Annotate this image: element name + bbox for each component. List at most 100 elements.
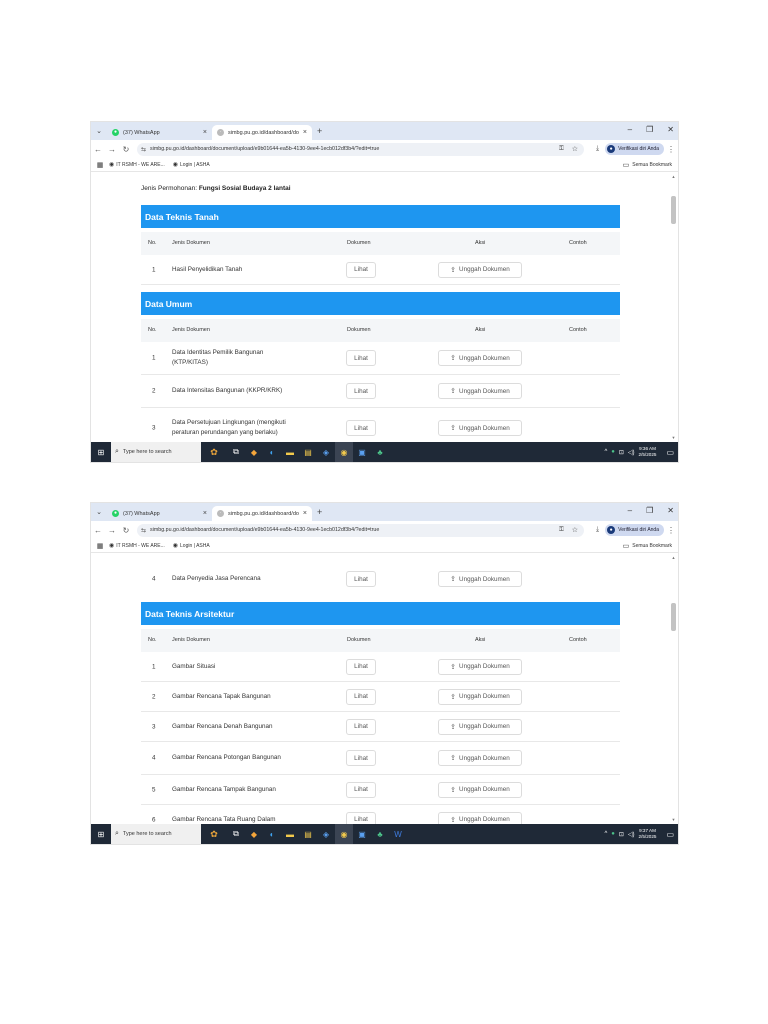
edge-icon[interactable]: ◐: [263, 824, 281, 844]
clock[interactable]: 9:37 AM 2/5/2025: [639, 828, 657, 840]
close-tab-icon[interactable]: ×: [303, 510, 307, 517]
new-tab-icon[interactable]: +: [317, 507, 322, 517]
bookmark-itrsmh[interactable]: ◉ IT RSMH - WE ARE...: [109, 542, 165, 550]
back-icon[interactable]: ←: [91, 526, 105, 535]
unggah-dokumen-button[interactable]: ⇪ Unggah Dokumen: [438, 420, 522, 436]
bookmark-asha[interactable]: ◉ Login | ASHA: [173, 542, 210, 550]
scroll-up-icon[interactable]: ▲: [671, 174, 676, 179]
chevron-up-icon[interactable]: ^: [604, 831, 607, 837]
bookmark-itrsmh[interactable]: ◉ IT RSMH - WE ARE...: [109, 161, 165, 169]
lihat-button[interactable]: Lihat: [346, 811, 376, 824]
key-icon[interactable]: ⚿: [559, 527, 564, 534]
scroll-down-icon[interactable]: ▼: [671, 435, 676, 440]
windows-start-icon[interactable]: ⊞: [91, 830, 111, 839]
reload-icon[interactable]: ↻: [119, 145, 133, 154]
menu-icon[interactable]: ⋮: [664, 145, 678, 154]
copilot-icon[interactable]: ◆: [245, 824, 263, 844]
close-tab-icon[interactable]: ×: [203, 129, 207, 136]
all-bookmarks[interactable]: ▭ Semua Bookmark: [623, 161, 672, 169]
unggah-dokumen-button[interactable]: ⇪ Unggah Dokumen: [438, 571, 522, 587]
scroll-down-icon[interactable]: ▼: [671, 817, 676, 822]
app-icon[interactable]: ♣: [371, 442, 389, 462]
app-icon[interactable]: ▣: [353, 442, 371, 462]
restore-icon[interactable]: ❐: [646, 125, 653, 134]
site-info-icon[interactable]: ⇆: [141, 527, 146, 534]
status-icon[interactable]: ●: [611, 831, 615, 837]
file-explorer-icon[interactable]: ▬: [281, 442, 299, 462]
close-window-icon[interactable]: ✕: [667, 506, 674, 515]
all-bookmarks[interactable]: ▭ Semua Bookmark: [623, 542, 672, 550]
profile-button[interactable]: ● Verifikasi diri Anda: [605, 524, 664, 536]
apps-icon[interactable]: ▦: [91, 161, 109, 169]
site-info-icon[interactable]: ⇆: [141, 146, 146, 153]
chevron-up-icon[interactable]: ^: [604, 449, 607, 455]
unggah-dokumen-button[interactable]: ⇪ Unggah Dokumen: [438, 383, 522, 399]
bookmark-asha[interactable]: ◉ Login | ASHA: [173, 161, 210, 169]
restore-icon[interactable]: ❐: [646, 506, 653, 515]
unggah-dokumen-button[interactable]: ⇪ Unggah Dokumen: [438, 658, 522, 675]
profile-button[interactable]: ● Verifikasi diri Anda: [605, 143, 664, 155]
star-icon[interactable]: ☆: [572, 526, 578, 534]
unggah-dokumen-button[interactable]: ⇪ Unggah Dokumen: [438, 718, 522, 735]
download-icon[interactable]: ⤓: [596, 526, 599, 534]
apps-icon[interactable]: ▦: [91, 542, 109, 550]
minimize-icon[interactable]: –: [628, 125, 632, 134]
lihat-button[interactable]: Lihat: [346, 750, 376, 766]
address-bar[interactable]: ⇆ simbg.pu.go.id/dashboard/document/uplo…: [137, 142, 585, 156]
lihat-button[interactable]: Lihat: [346, 420, 376, 436]
lihat-button[interactable]: Lihat: [346, 383, 376, 399]
download-icon[interactable]: ⤓: [596, 145, 599, 153]
key-icon[interactable]: ⚿: [559, 146, 564, 153]
weather-widget-icon[interactable]: ✿: [201, 447, 227, 458]
notes-icon[interactable]: ▤: [299, 824, 317, 844]
store-icon[interactable]: ◈: [317, 442, 335, 462]
taskbar-search[interactable]: ⌕ Type here to search: [111, 442, 201, 462]
notification-icon[interactable]: ▭: [666, 448, 674, 457]
network-icon[interactable]: ⊡: [619, 831, 624, 838]
lihat-button[interactable]: Lihat: [346, 688, 376, 705]
windows-start-icon[interactable]: ⊞: [91, 448, 111, 457]
tab-search-icon[interactable]: ⌄: [91, 127, 107, 135]
tab-simbg[interactable]: · simbg.pu.go.id/dashboard/do ×: [212, 506, 312, 521]
unggah-dokumen-button[interactable]: ⇪ Unggah Dokumen: [438, 688, 522, 705]
notification-icon[interactable]: ▭: [666, 830, 674, 839]
volume-icon[interactable]: ◁): [628, 831, 635, 838]
word-icon[interactable]: W: [389, 824, 407, 844]
volume-icon[interactable]: ◁): [628, 449, 635, 456]
taskbar-search[interactable]: ⌕ Type here to search: [111, 824, 201, 844]
weather-widget-icon[interactable]: ✿: [201, 829, 227, 840]
address-bar[interactable]: ⇆ simbg.pu.go.id/dashboard/document/uplo…: [137, 523, 585, 537]
lihat-button[interactable]: Lihat: [346, 718, 376, 735]
file-explorer-icon[interactable]: ▬: [281, 824, 299, 844]
tab-whatsapp[interactable]: ● (37) WhatsApp ×: [107, 125, 212, 140]
scrollbar[interactable]: ▲ ▼: [671, 555, 676, 822]
network-icon[interactable]: ⊡: [619, 449, 624, 456]
back-icon[interactable]: ←: [91, 145, 105, 154]
scroll-up-icon[interactable]: ▲: [671, 555, 676, 560]
close-tab-icon[interactable]: ×: [303, 129, 307, 136]
tab-search-icon[interactable]: ⌄: [91, 508, 107, 516]
chrome-icon[interactable]: ◉: [335, 442, 353, 462]
app-icon[interactable]: ♣: [371, 824, 389, 844]
app-icon[interactable]: ▣: [353, 824, 371, 844]
lihat-button[interactable]: Lihat: [346, 781, 376, 798]
task-view-icon[interactable]: ⧉: [227, 442, 245, 462]
task-view-icon[interactable]: ⧉: [227, 824, 245, 844]
edge-icon[interactable]: ◐: [263, 442, 281, 462]
clock[interactable]: 9:36 AM 2/5/2025: [639, 446, 657, 458]
forward-icon[interactable]: →: [105, 526, 119, 535]
lihat-button[interactable]: Lihat: [346, 658, 376, 675]
tab-simbg[interactable]: · simbg.pu.go.id/dashboard/do ×: [212, 125, 312, 140]
lihat-button[interactable]: Lihat: [346, 571, 376, 587]
menu-icon[interactable]: ⋮: [664, 526, 678, 535]
forward-icon[interactable]: →: [105, 145, 119, 154]
reload-icon[interactable]: ↻: [119, 526, 133, 535]
unggah-dokumen-button[interactable]: ⇪ Unggah Dokumen: [438, 781, 522, 798]
unggah-dokumen-button[interactable]: ⇪ Unggah Dokumen: [438, 750, 522, 766]
scroll-thumb[interactable]: [671, 196, 676, 224]
store-icon[interactable]: ◈: [317, 824, 335, 844]
chrome-icon[interactable]: ◉: [335, 824, 353, 844]
lihat-button[interactable]: Lihat: [346, 261, 376, 278]
scrollbar[interactable]: ▲ ▼: [671, 174, 676, 440]
unggah-dokumen-button[interactable]: ⇪ Unggah Dokumen: [438, 811, 522, 824]
